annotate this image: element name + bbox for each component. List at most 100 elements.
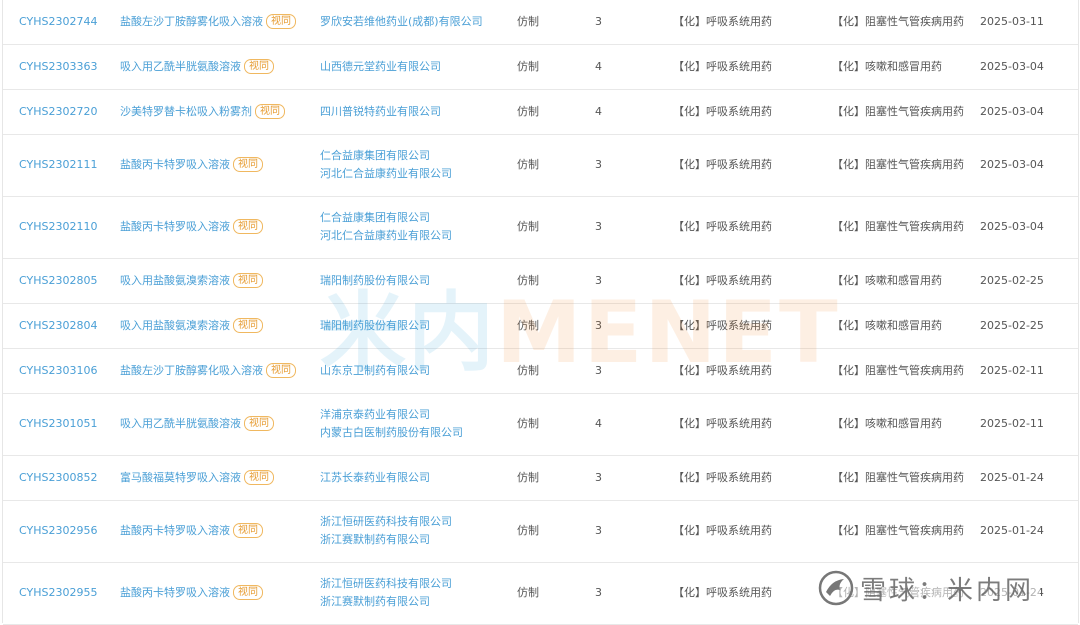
acceptance-code-link[interactable]: CYHS2302110 <box>19 220 97 233</box>
company-link[interactable]: 河北仁合益康药业有限公司 <box>320 165 507 183</box>
drug-name-cell: 吸入用盐酸氨溴索溶液 视同 <box>110 303 310 349</box>
code-cell: CYHS2302110 <box>3 196 110 259</box>
consistency-badge: 视同 <box>266 362 296 378</box>
drug-subclass: 【化】咳嗽和感冒用药 <box>832 273 942 287</box>
approval-date: 2025-02-25 <box>980 318 1044 332</box>
drug-name-link[interactable]: 吸入用乙酰半胱氨酸溶液 <box>120 417 241 430</box>
company-link[interactable]: 罗欣安若维他药业(成都)有限公司 <box>320 13 507 31</box>
drug-class: 【化】呼吸系统用药 <box>673 524 772 537</box>
registration-type-cell: 仿制 <box>507 303 585 349</box>
acceptance-code-link[interactable]: CYHS2302805 <box>19 274 97 287</box>
registration-category-cell: 4 <box>585 393 663 456</box>
acceptance-code-link[interactable]: CYHS2302956 <box>19 524 97 537</box>
registration-category-cell: 3 <box>585 303 663 349</box>
drug-name-cell: 吸入用乙酰半胱氨酸溶液 视同 <box>110 44 310 90</box>
approval-date: 2025-02-25 <box>980 273 1044 287</box>
drug-subclass-cell: 【化】阻塞性气管疾病用药 <box>822 348 970 394</box>
drug-class: 【化】呼吸系统用药 <box>673 14 772 28</box>
drug-class: 【化】呼吸系统用药 <box>673 158 772 171</box>
registration-type-cell: 仿制 <box>507 44 585 90</box>
consistency-badge: 视同 <box>255 103 285 119</box>
drug-name-link[interactable]: 富马酸福莫特罗吸入溶液 <box>120 471 241 484</box>
company-link[interactable]: 四川普锐特药业有限公司 <box>320 103 507 121</box>
company-link[interactable]: 江苏长泰药业有限公司 <box>320 469 507 487</box>
acceptance-code-link[interactable]: CYHS2302720 <box>19 105 97 118</box>
drug-name-link[interactable]: 盐酸左沙丁胺醇雾化吸入溶液 <box>120 15 263 28</box>
registration-type-cell: 仿制 <box>507 0 585 45</box>
registration-category-cell: 3 <box>585 196 663 259</box>
registration-category: 3 <box>595 524 602 537</box>
company-link[interactable]: 瑞阳制药股份有限公司 <box>320 272 507 290</box>
approval-date: 2025-01-24 <box>980 470 1044 484</box>
company-link[interactable]: 洋浦京泰药业有限公司 <box>320 406 507 424</box>
approval-date-cell: 2025-02-25 <box>970 303 1078 349</box>
drug-subclass-cell: 【化】阻塞性气管疾病用药 <box>822 196 970 259</box>
acceptance-code-link[interactable]: CYHS2302955 <box>19 586 97 599</box>
drug-name-link[interactable]: 沙美特罗替卡松吸入粉雾剂 <box>120 105 252 118</box>
company-link[interactable]: 浙江赛默制药有限公司 <box>320 531 507 549</box>
acceptance-code-link[interactable]: CYHS2301051 <box>19 417 97 430</box>
drug-subclass-cell: 【化】阻塞性气管疾病用药 <box>822 455 970 501</box>
drug-name-link[interactable]: 盐酸丙卡特罗吸入溶液 <box>120 220 230 233</box>
drug-name-link[interactable]: 吸入用盐酸氨溴索溶液 <box>120 319 230 332</box>
company-link[interactable]: 山西德元堂药业有限公司 <box>320 58 507 76</box>
drug-name-link[interactable]: 吸入用盐酸氨溴索溶液 <box>120 274 230 287</box>
drug-name-link[interactable]: 盐酸左沙丁胺醇雾化吸入溶液 <box>120 364 263 377</box>
acceptance-code-link[interactable]: CYHS2302804 <box>19 319 97 332</box>
company-link[interactable]: 浙江恒研医药科技有限公司 <box>320 513 507 531</box>
consistency-badge: 视同 <box>233 219 263 234</box>
approval-date-cell: 2025-03-04 <box>970 196 1078 259</box>
table-row: CYHS2302956 盐酸丙卡特罗吸入溶液 视同 浙江恒研医药科技有限公司 浙江赛默制… <box>3 500 1078 563</box>
acceptance-code-link[interactable]: CYHS2303106 <box>19 364 97 377</box>
drug-name-cell: 盐酸丙卡特罗吸入溶液 视同 <box>110 500 310 563</box>
registration-category: 3 <box>595 273 602 287</box>
drug-name-link[interactable]: 盐酸丙卡特罗吸入溶液 <box>120 158 230 171</box>
company-cell: 浙江恒研医药科技有限公司 浙江赛默制药有限公司 <box>310 500 507 563</box>
approval-date-cell: 2025-02-11 <box>970 348 1078 394</box>
acceptance-code-link[interactable]: CYHS2302744 <box>19 15 97 28</box>
approval-date-cell: 2025-02-25 <box>970 258 1078 304</box>
registration-type-cell: 仿制 <box>507 455 585 501</box>
drug-class: 【化】呼吸系统用药 <box>673 417 772 430</box>
drug-name-link[interactable]: 盐酸丙卡特罗吸入溶液 <box>120 586 230 599</box>
acceptance-code-link[interactable]: CYHS2300852 <box>19 471 97 484</box>
registration-category: 4 <box>595 104 602 118</box>
drug-subclass: 【化】阻塞性气管疾病用药 <box>832 14 964 28</box>
acceptance-code-link[interactable]: CYHS2303363 <box>19 60 97 73</box>
consistency-badge: 视同 <box>233 157 263 172</box>
table-row: CYHS2302955 盐酸丙卡特罗吸入溶液 视同 浙江恒研医药科技有限公司 浙江赛默制… <box>3 562 1078 625</box>
company-link[interactable]: 浙江赛默制药有限公司 <box>320 593 507 611</box>
approval-date: 2025-03-04 <box>980 104 1044 118</box>
company-cell: 浙江恒研医药科技有限公司 浙江赛默制药有限公司 <box>310 562 507 625</box>
acceptance-code-link[interactable]: CYHS2302111 <box>19 158 97 171</box>
company-link[interactable]: 浙江恒研医药科技有限公司 <box>320 575 507 593</box>
company-link[interactable]: 瑞阳制药股份有限公司 <box>320 317 507 335</box>
drug-name-link[interactable]: 盐酸丙卡特罗吸入溶液 <box>120 524 230 537</box>
company-link[interactable]: 河北仁合益康药业有限公司 <box>320 227 507 245</box>
company-link[interactable]: 仁合益康集团有限公司 <box>320 209 507 227</box>
approval-date-cell: 2025-01-24 <box>970 500 1078 563</box>
company-link[interactable]: 山东京卫制药有限公司 <box>320 362 507 380</box>
registration-type: 仿制 <box>517 14 539 28</box>
drug-class-cell: 【化】呼吸系统用药 <box>663 455 822 501</box>
registration-type-cell: 仿制 <box>507 258 585 304</box>
company-link[interactable]: 仁合益康集团有限公司 <box>320 147 507 165</box>
drug-class: 【化】呼吸系统用药 <box>673 586 772 599</box>
code-cell: CYHS2302956 <box>3 500 110 563</box>
registration-category: 3 <box>595 14 602 28</box>
drug-name-cell: 盐酸左沙丁胺醇雾化吸入溶液 视同 <box>110 348 310 394</box>
drug-class-cell: 【化】呼吸系统用药 <box>663 89 822 135</box>
drug-name-link[interactable]: 吸入用乙酰半胱氨酸溶液 <box>120 60 241 73</box>
registration-type-cell: 仿制 <box>507 393 585 456</box>
company-link[interactable]: 内蒙古白医制药股份有限公司 <box>320 424 507 442</box>
registration-category-cell: 4 <box>585 44 663 90</box>
approval-date: 2025-03-04 <box>980 220 1044 233</box>
table-row: CYHS2303363 吸入用乙酰半胱氨酸溶液 视同 山西德元堂药业有限公司 仿制 4 【化… <box>3 44 1078 90</box>
drug-class: 【化】呼吸系统用药 <box>673 470 772 484</box>
company-cell: 洋浦京泰药业有限公司 内蒙古白医制药股份有限公司 <box>310 393 507 456</box>
drug-registration-table: CYHS2302744 盐酸左沙丁胺醇雾化吸入溶液 视同 罗欣安若维他药业(成都)有限… <box>3 0 1078 625</box>
consistency-badge: 视同 <box>266 13 296 29</box>
registration-category: 3 <box>595 220 602 233</box>
code-cell: CYHS2303363 <box>3 44 110 90</box>
drug-name-cell: 盐酸丙卡特罗吸入溶液 视同 <box>110 134 310 197</box>
